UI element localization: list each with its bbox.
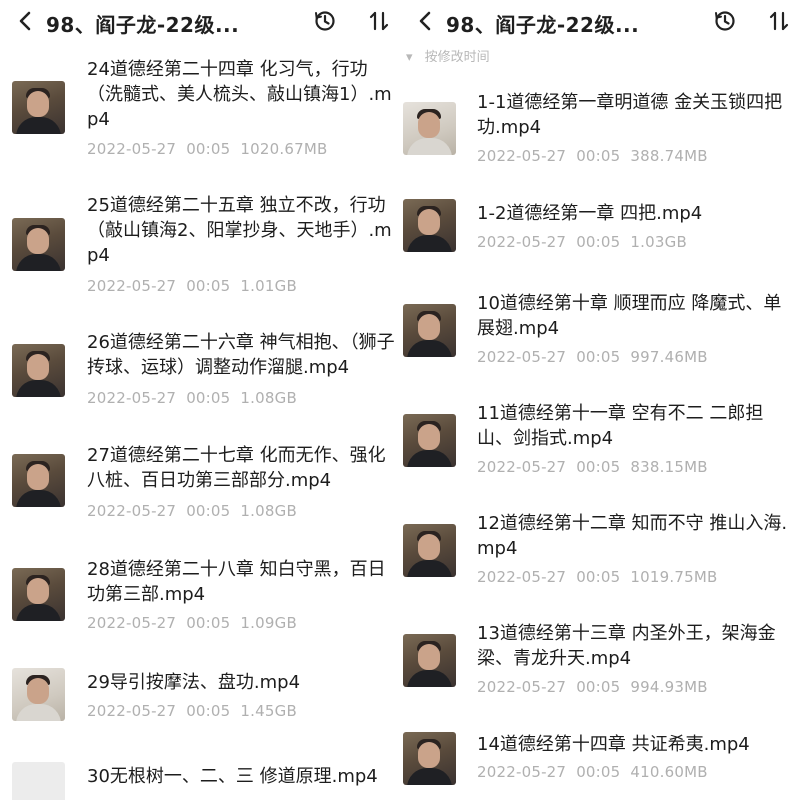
file-name: 26道德经第二十六章 神气相抱、（狮子抟球、运球）调整动作溜腿.mp4 [87, 332, 395, 378]
file-meta: 2022-05-27 00:05 1.09GB [87, 614, 297, 632]
file-name: 13道德经第十三章 内圣外王，架海金梁、青龙升天.mp4 [477, 623, 776, 669]
chevron-left-icon [419, 11, 431, 31]
video-thumbnail [403, 199, 456, 252]
file-name: 1-1道德经第一章明道德 金关玉锁四把功.mp4 [477, 92, 783, 138]
history-icon [315, 11, 335, 31]
file-name: 30无根树一、二、三 修道原理.mp4 [87, 766, 378, 787]
file-meta: 2022-05-27 00:05 388.74MB [477, 147, 708, 165]
file-name: 14道德经第十四章 共证希夷.mp4 [477, 734, 750, 755]
file-meta: 2022-05-27 00:05 994.93MB [477, 678, 708, 696]
file-meta: 2022-05-27 00:05 1020.67MB [87, 140, 328, 158]
folder-title: 98、阎子龙-22级... [446, 13, 640, 37]
video-thumbnail [403, 414, 456, 467]
sort-icon [369, 11, 389, 31]
video-thumbnail [12, 668, 65, 721]
file-meta: 2022-05-27 00:05 997.46MB [477, 348, 708, 366]
sort-button[interactable] [764, 6, 794, 36]
video-thumbnail [403, 634, 456, 687]
folder-title: 98、阎子龙-22级... [46, 13, 240, 37]
file-meta: 2022-05-27 00:05 838.15MB [477, 458, 708, 476]
video-thumbnail [403, 732, 456, 785]
file-name: 12道德经第十二章 知而不守 推山入海.mp4 [477, 513, 788, 559]
chevron-down-icon: ▾ [406, 50, 413, 62]
file-name: 28道德经第二十八章 知白守黑，百日功第三部.mp4 [87, 559, 386, 605]
back-button[interactable] [14, 8, 36, 34]
chevron-left-icon [19, 11, 31, 31]
top-bar: 98、阎子龙-22级... [400, 0, 800, 44]
file-meta: 2022-05-27 00:05 1.08GB [87, 502, 297, 520]
file-name: 25道德经第二十五章 独立不改，行功（敲山镇海2、阳掌抄身、天地手）.mp4 [87, 195, 392, 266]
video-thumbnail [12, 762, 65, 800]
video-thumbnail [403, 524, 456, 577]
video-thumbnail [12, 218, 65, 271]
file-meta: 2022-05-27 00:05 1.45GB [87, 702, 297, 720]
top-bar: 98、阎子龙-22级... [0, 0, 400, 44]
history-icon [715, 11, 735, 31]
file-meta: 2022-05-27 00:05 1.01GB [87, 277, 297, 295]
file-name: 1-2道德经第一章 四把.mp4 [477, 203, 703, 224]
video-thumbnail [403, 304, 456, 357]
file-name: 11道德经第十一章 空有不二 二郎担山、剑指式.mp4 [477, 403, 764, 449]
video-thumbnail [12, 568, 65, 621]
file-name: 27道德经第二十七章 化而无作、强化八桩、百日功第三部部分.mp4 [87, 445, 386, 491]
file-name: 24道德经第二十四章 化习气，行功（洗髓式、美人梳头、敲山镇海1）.mp4 [87, 59, 392, 130]
sort-group-label[interactable]: ▾ 按修改时间 [406, 44, 490, 62]
file-meta: 2022-05-27 00:05 1.08GB [87, 389, 297, 407]
video-thumbnail [12, 344, 65, 397]
sort-button[interactable] [364, 6, 394, 36]
file-meta: 2022-05-27 00:05 1.03GB [477, 233, 687, 251]
right-file-list-screen: 98、阎子龙-22级... ▾ 按修改时间 1-1道德经第一章明道德 金关玉锁四… [400, 0, 800, 800]
file-name: 10道德经第十章 顺理而应 降魔式、单展翅.mp4 [477, 293, 782, 339]
video-thumbnail [12, 454, 65, 507]
sort-group-text: 按修改时间 [424, 50, 490, 62]
file-meta: 2022-05-27 00:05 1019.75MB [477, 568, 718, 586]
file-name: 29导引按摩法、盘功.mp4 [87, 672, 301, 693]
video-thumbnail [403, 102, 456, 155]
file-meta: 2022-05-27 00:05 410.60MB [477, 763, 708, 781]
sort-icon [769, 11, 789, 31]
back-button[interactable] [414, 8, 436, 34]
history-button[interactable] [310, 6, 340, 36]
history-button[interactable] [710, 6, 740, 36]
video-thumbnail [12, 81, 65, 134]
left-file-list-screen: 98、阎子龙-22级... 24道德经第二十四章 化习气，行功（洗髓式、美人梳头… [0, 0, 400, 800]
